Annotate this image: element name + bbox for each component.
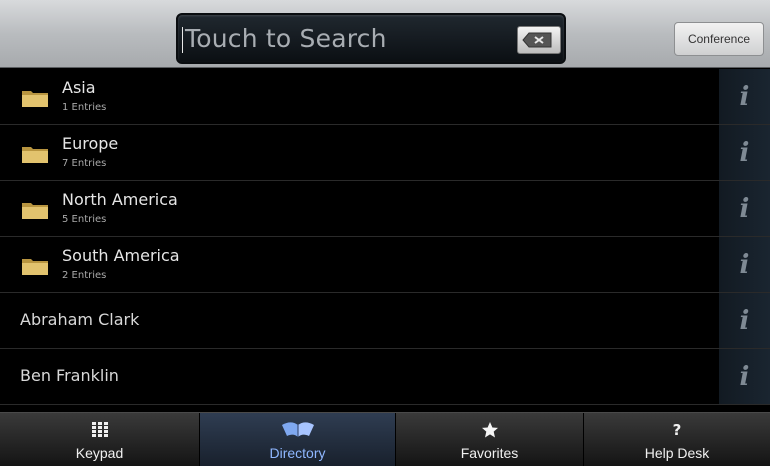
info-icon: i	[739, 305, 750, 336]
folder-icon	[22, 91, 48, 107]
contact-row[interactable]: Abraham Clark i	[0, 293, 770, 349]
info-icon: i	[739, 81, 750, 112]
directory-screen: Touch to Search Conference Asia 1 Entrie…	[0, 0, 770, 466]
folder-title: Europe	[62, 134, 119, 153]
folder-title: North America	[62, 190, 178, 209]
star-icon	[481, 420, 499, 440]
info-icon: i	[739, 249, 750, 280]
folder-icon	[22, 259, 48, 275]
info-icon: i	[739, 137, 750, 168]
bottom-nav: Keypad Directory Favorites ? Help Desk	[0, 412, 770, 466]
folder-title: Asia	[62, 78, 96, 97]
folder-entry-count: 1 Entries	[62, 102, 107, 113]
backspace-button[interactable]	[517, 26, 561, 54]
contact-name: Abraham Clark	[20, 310, 140, 329]
folder-entry-count: 5 Entries	[62, 214, 107, 225]
tab-directory[interactable]: Directory	[200, 413, 396, 466]
info-button[interactable]: i	[719, 293, 770, 348]
tab-favorites[interactable]: Favorites	[396, 413, 584, 466]
info-button[interactable]: i	[719, 125, 770, 180]
info-button[interactable]: i	[719, 181, 770, 236]
tab-label: Keypad	[75, 444, 124, 461]
conference-button[interactable]: Conference	[674, 22, 764, 56]
folder-row-south-america[interactable]: South America 2 Entries i	[0, 237, 770, 293]
contact-row[interactable]: Ben Franklin i	[0, 349, 770, 405]
directory-list[interactable]: Asia 1 Entries i Europe 7 Entries i Nort…	[0, 69, 770, 412]
folder-entry-count: 2 Entries	[62, 270, 107, 281]
tab-keypad[interactable]: Keypad	[0, 413, 200, 466]
info-button[interactable]: i	[719, 69, 770, 124]
header-bar: Touch to Search Conference	[0, 0, 770, 68]
folder-row-asia[interactable]: Asia 1 Entries i	[0, 69, 770, 125]
help-glyph: ?	[672, 420, 682, 439]
tab-label: Directory	[269, 444, 326, 461]
info-icon: i	[739, 361, 750, 392]
folder-icon	[22, 147, 48, 163]
folder-row-europe[interactable]: Europe 7 Entries i	[0, 125, 770, 181]
contact-name: Ben Franklin	[20, 366, 119, 385]
backspace-icon	[522, 32, 552, 48]
info-button[interactable]: i	[719, 237, 770, 292]
help-icon: ?	[673, 420, 682, 440]
folder-icon	[22, 203, 48, 219]
search-field[interactable]: Touch to Search	[176, 13, 566, 64]
folder-title: South America	[62, 246, 180, 265]
text-cursor	[182, 27, 183, 53]
keypad-icon	[91, 420, 108, 440]
directory-icon	[281, 420, 315, 440]
tab-label: Favorites	[460, 444, 519, 461]
info-icon: i	[739, 193, 750, 224]
tab-help-desk[interactable]: ? Help Desk	[584, 413, 770, 466]
folder-entry-count: 7 Entries	[62, 158, 107, 169]
info-button[interactable]: i	[719, 349, 770, 404]
folder-row-north-america[interactable]: North America 5 Entries i	[0, 181, 770, 237]
tab-label: Help Desk	[644, 444, 710, 461]
search-placeholder: Touch to Search	[185, 24, 387, 53]
